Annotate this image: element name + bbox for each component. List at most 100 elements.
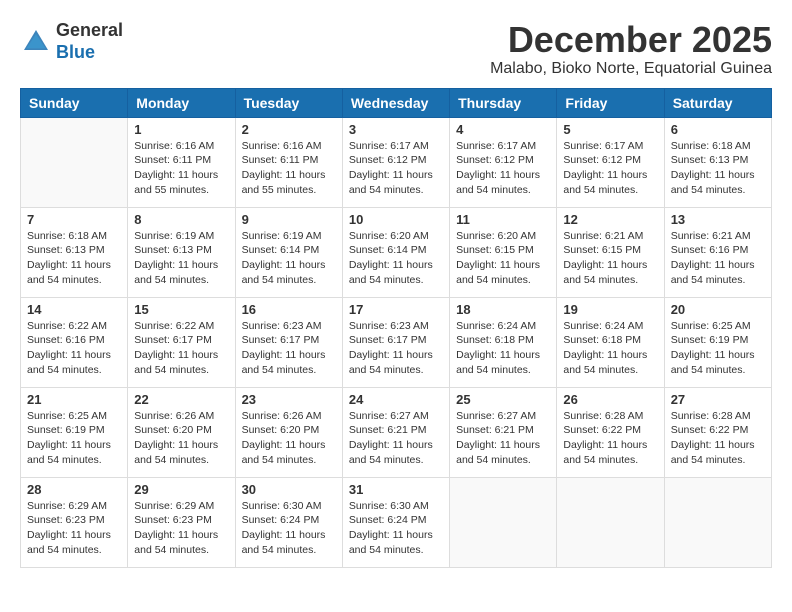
day-info: Sunrise: 6:23 AM Sunset: 6:17 PM Dayligh… xyxy=(349,319,443,378)
calendar-cell: 30 Sunrise: 6:30 AM Sunset: 6:24 PM Dayli… xyxy=(235,477,342,567)
day-number: 19 xyxy=(563,302,657,317)
day-number: 26 xyxy=(563,392,657,407)
day-number: 22 xyxy=(134,392,228,407)
calendar-cell: 15 Sunrise: 6:22 AM Sunset: 6:17 PM Dayli… xyxy=(128,297,235,387)
day-info: Sunrise: 6:27 AM Sunset: 6:21 PM Dayligh… xyxy=(456,409,550,468)
day-number: 20 xyxy=(671,302,765,317)
day-number: 13 xyxy=(671,212,765,227)
calendar-cell: 9 Sunrise: 6:19 AM Sunset: 6:14 PM Daylig… xyxy=(235,207,342,297)
logo-blue-text: Blue xyxy=(56,42,95,62)
day-number: 12 xyxy=(563,212,657,227)
day-number: 4 xyxy=(456,122,550,137)
day-info: Sunrise: 6:17 AM Sunset: 6:12 PM Dayligh… xyxy=(563,139,657,198)
day-number: 7 xyxy=(27,212,121,227)
day-info: Sunrise: 6:24 AM Sunset: 6:18 PM Dayligh… xyxy=(456,319,550,378)
calendar-cell: 6 Sunrise: 6:18 AM Sunset: 6:13 PM Daylig… xyxy=(664,117,771,207)
day-number: 23 xyxy=(242,392,336,407)
calendar-cell: 22 Sunrise: 6:26 AM Sunset: 6:20 PM Dayli… xyxy=(128,387,235,477)
day-info: Sunrise: 6:26 AM Sunset: 6:20 PM Dayligh… xyxy=(242,409,336,468)
calendar-cell: 28 Sunrise: 6:29 AM Sunset: 6:23 PM Dayli… xyxy=(21,477,128,567)
day-header-saturday: Saturday xyxy=(664,88,771,117)
day-number: 17 xyxy=(349,302,443,317)
day-info: Sunrise: 6:29 AM Sunset: 6:23 PM Dayligh… xyxy=(134,499,228,558)
calendar-cell: 8 Sunrise: 6:19 AM Sunset: 6:13 PM Daylig… xyxy=(128,207,235,297)
day-number: 2 xyxy=(242,122,336,137)
calendar-cell: 29 Sunrise: 6:29 AM Sunset: 6:23 PM Dayli… xyxy=(128,477,235,567)
day-number: 8 xyxy=(134,212,228,227)
calendar-cell: 2 Sunrise: 6:16 AM Sunset: 6:11 PM Daylig… xyxy=(235,117,342,207)
calendar-cell: 3 Sunrise: 6:17 AM Sunset: 6:12 PM Daylig… xyxy=(342,117,449,207)
week-row-5: 28 Sunrise: 6:29 AM Sunset: 6:23 PM Dayli… xyxy=(21,477,772,567)
day-number: 1 xyxy=(134,122,228,137)
calendar-cell xyxy=(450,477,557,567)
calendar-cell: 13 Sunrise: 6:21 AM Sunset: 6:16 PM Dayli… xyxy=(664,207,771,297)
calendar-cell: 16Sunrise: 6:23 AM Sunset: 6:17 PM Dayli… xyxy=(235,297,342,387)
day-info: Sunrise: 6:16 AM Sunset: 6:11 PM Dayligh… xyxy=(242,139,336,198)
day-info: Sunrise: 6:20 AM Sunset: 6:15 PM Dayligh… xyxy=(456,229,550,288)
day-info: Sunrise: 6:28 AM Sunset: 6:22 PM Dayligh… xyxy=(671,409,765,468)
calendar-cell: 18 Sunrise: 6:24 AM Sunset: 6:18 PM Dayli… xyxy=(450,297,557,387)
day-number: 6 xyxy=(671,122,765,137)
day-info: Sunrise: 6:30 AM Sunset: 6:24 PM Dayligh… xyxy=(242,499,336,558)
day-number: 11 xyxy=(456,212,550,227)
day-info: Sunrise: 6:22 AM Sunset: 6:16 PM Dayligh… xyxy=(27,319,121,378)
calendar-table: SundayMondayTuesdayWednesdayThursdayFrid… xyxy=(20,88,772,568)
day-info: Sunrise: 6:26 AM Sunset: 6:20 PM Dayligh… xyxy=(134,409,228,468)
day-number: 30 xyxy=(242,482,336,497)
day-info: Sunrise: 6:28 AM Sunset: 6:22 PM Dayligh… xyxy=(563,409,657,468)
day-number: 18 xyxy=(456,302,550,317)
day-header-thursday: Thursday xyxy=(450,88,557,117)
day-info: Sunrise: 6:21 AM Sunset: 6:15 PM Dayligh… xyxy=(563,229,657,288)
day-info: Sunrise: 6:19 AM Sunset: 6:13 PM Dayligh… xyxy=(134,229,228,288)
day-info: Sunrise: 6:21 AM Sunset: 6:16 PM Dayligh… xyxy=(671,229,765,288)
calendar-cell: 27Sunrise: 6:28 AM Sunset: 6:22 PM Dayli… xyxy=(664,387,771,477)
day-info: Sunrise: 6:30 AM Sunset: 6:24 PM Dayligh… xyxy=(349,499,443,558)
calendar-cell xyxy=(664,477,771,567)
day-header-friday: Friday xyxy=(557,88,664,117)
day-info: Sunrise: 6:23 AM Sunset: 6:17 PM Dayligh… xyxy=(242,319,336,378)
day-info: Sunrise: 6:24 AM Sunset: 6:18 PM Dayligh… xyxy=(563,319,657,378)
day-header-monday: Monday xyxy=(128,88,235,117)
calendar-cell xyxy=(557,477,664,567)
day-info: Sunrise: 6:29 AM Sunset: 6:23 PM Dayligh… xyxy=(27,499,121,558)
calendar-cell: 5 Sunrise: 6:17 AM Sunset: 6:12 PM Daylig… xyxy=(557,117,664,207)
day-info: Sunrise: 6:25 AM Sunset: 6:19 PM Dayligh… xyxy=(27,409,121,468)
calendar-cell: 4 Sunrise: 6:17 AM Sunset: 6:12 PM Daylig… xyxy=(450,117,557,207)
calendar-cell: 7 Sunrise: 6:18 AM Sunset: 6:13 PM Daylig… xyxy=(21,207,128,297)
calendar-header-row: SundayMondayTuesdayWednesdayThursdayFrid… xyxy=(21,88,772,117)
logo-general-text: General xyxy=(56,20,123,40)
day-number: 31 xyxy=(349,482,443,497)
location-subtitle: Malabo, Bioko Norte, Equatorial Guinea xyxy=(490,60,772,78)
day-number: 25 xyxy=(456,392,550,407)
day-info: Sunrise: 6:18 AM Sunset: 6:13 PM Dayligh… xyxy=(27,229,121,288)
day-number: 15 xyxy=(134,302,228,317)
day-number: 3 xyxy=(349,122,443,137)
calendar-cell: 11 Sunrise: 6:20 AM Sunset: 6:15 PM Dayli… xyxy=(450,207,557,297)
day-info: Sunrise: 6:17 AM Sunset: 6:12 PM Dayligh… xyxy=(456,139,550,198)
calendar-cell: 12 Sunrise: 6:21 AM Sunset: 6:15 PM Dayli… xyxy=(557,207,664,297)
day-number: 28 xyxy=(27,482,121,497)
day-info: Sunrise: 6:20 AM Sunset: 6:14 PM Dayligh… xyxy=(349,229,443,288)
day-info: Sunrise: 6:18 AM Sunset: 6:13 PM Dayligh… xyxy=(671,139,765,198)
day-number: 9 xyxy=(242,212,336,227)
day-number: 24 xyxy=(349,392,443,407)
calendar-cell: 14Sunrise: 6:22 AM Sunset: 6:16 PM Dayli… xyxy=(21,297,128,387)
calendar-cell: 25 Sunrise: 6:27 AM Sunset: 6:21 PM Dayli… xyxy=(450,387,557,477)
day-info: Sunrise: 6:19 AM Sunset: 6:14 PM Dayligh… xyxy=(242,229,336,288)
day-number: 5 xyxy=(563,122,657,137)
calendar-cell xyxy=(21,117,128,207)
week-row-1: 1 Sunrise: 6:16 AM Sunset: 6:11 PM Daylig… xyxy=(21,117,772,207)
day-info: Sunrise: 6:17 AM Sunset: 6:12 PM Dayligh… xyxy=(349,139,443,198)
day-info: Sunrise: 6:22 AM Sunset: 6:17 PM Dayligh… xyxy=(134,319,228,378)
page-header: General Blue December 2025 Malabo, Bioko… xyxy=(20,20,772,78)
day-info: Sunrise: 6:27 AM Sunset: 6:21 PM Dayligh… xyxy=(349,409,443,468)
day-header-tuesday: Tuesday xyxy=(235,88,342,117)
calendar-cell: 19 Sunrise: 6:24 AM Sunset: 6:18 PM Dayli… xyxy=(557,297,664,387)
calendar-cell: 10Sunrise: 6:20 AM Sunset: 6:14 PM Dayli… xyxy=(342,207,449,297)
title-section: December 2025 Malabo, Bioko Norte, Equat… xyxy=(490,20,772,78)
day-header-sunday: Sunday xyxy=(21,88,128,117)
week-row-3: 14Sunrise: 6:22 AM Sunset: 6:16 PM Dayli… xyxy=(21,297,772,387)
calendar-cell: 1Sunrise: 6:16 AM Sunset: 6:11 PM Daylig… xyxy=(128,117,235,207)
logo-icon xyxy=(20,26,52,58)
day-number: 29 xyxy=(134,482,228,497)
